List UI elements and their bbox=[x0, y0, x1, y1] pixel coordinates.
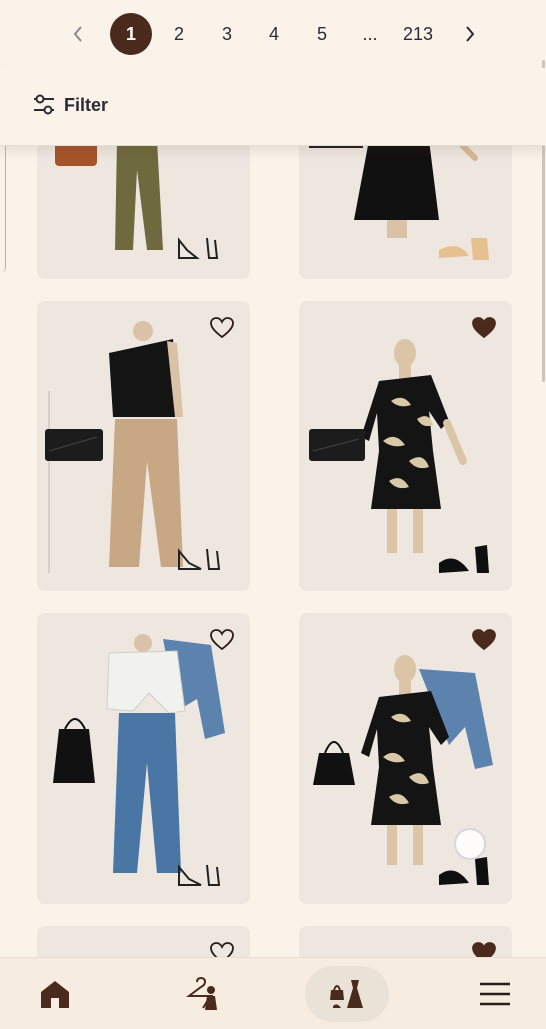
outfit-image bbox=[45, 321, 221, 573]
outfit-card[interactable] bbox=[37, 613, 250, 904]
filter-label: Filter bbox=[64, 94, 109, 115]
page-4-button[interactable]: 4 bbox=[263, 13, 285, 55]
outfit-grid bbox=[0, 0, 546, 1029]
nav-menu-button[interactable] bbox=[472, 966, 518, 1022]
outfit-image bbox=[313, 655, 493, 885]
outfit-card[interactable] bbox=[299, 301, 512, 591]
page-213-button[interactable]: 213 bbox=[398, 13, 438, 55]
outfit-bag-dress-icon bbox=[330, 980, 363, 1008]
hanger-person-icon bbox=[186, 976, 217, 1010]
filter-button[interactable]: Filter bbox=[32, 94, 108, 116]
chevron-left-icon bbox=[73, 26, 82, 42]
page-1-button[interactable]: 1 bbox=[110, 13, 152, 55]
pagination-ellipsis: ... bbox=[362, 23, 378, 44]
next-page-button[interactable] bbox=[460, 13, 480, 55]
nav-outfits-button[interactable] bbox=[305, 966, 389, 1022]
previous-page-button[interactable] bbox=[68, 13, 88, 55]
hamburger-menu-icon bbox=[480, 982, 510, 1006]
sliders-icon bbox=[34, 94, 54, 115]
outfit-image bbox=[53, 634, 225, 886]
favorite-heart-icon[interactable] bbox=[210, 629, 234, 651]
chevron-right-icon bbox=[466, 26, 475, 42]
nav-home-button[interactable] bbox=[30, 966, 80, 1022]
favorite-heart-icon[interactable] bbox=[210, 317, 234, 339]
pagination: 1 2 3 4 5 ... 213 bbox=[0, 0, 546, 70]
touch-indicator bbox=[454, 828, 486, 860]
outfit-card[interactable] bbox=[37, 301, 250, 591]
favorite-heart-icon[interactable] bbox=[472, 629, 496, 651]
nav-fitting-button[interactable] bbox=[176, 966, 232, 1022]
page-5-button[interactable]: 5 bbox=[311, 13, 333, 55]
filter-bar: Filter bbox=[0, 68, 546, 146]
outfit-image bbox=[309, 339, 489, 573]
outfit-card[interactable] bbox=[299, 613, 512, 904]
page-2-button[interactable]: 2 bbox=[168, 13, 190, 55]
page-3-button[interactable]: 3 bbox=[216, 13, 238, 55]
bottom-navigation bbox=[0, 957, 546, 1029]
home-icon bbox=[41, 981, 69, 1008]
favorite-heart-icon[interactable] bbox=[472, 317, 496, 339]
